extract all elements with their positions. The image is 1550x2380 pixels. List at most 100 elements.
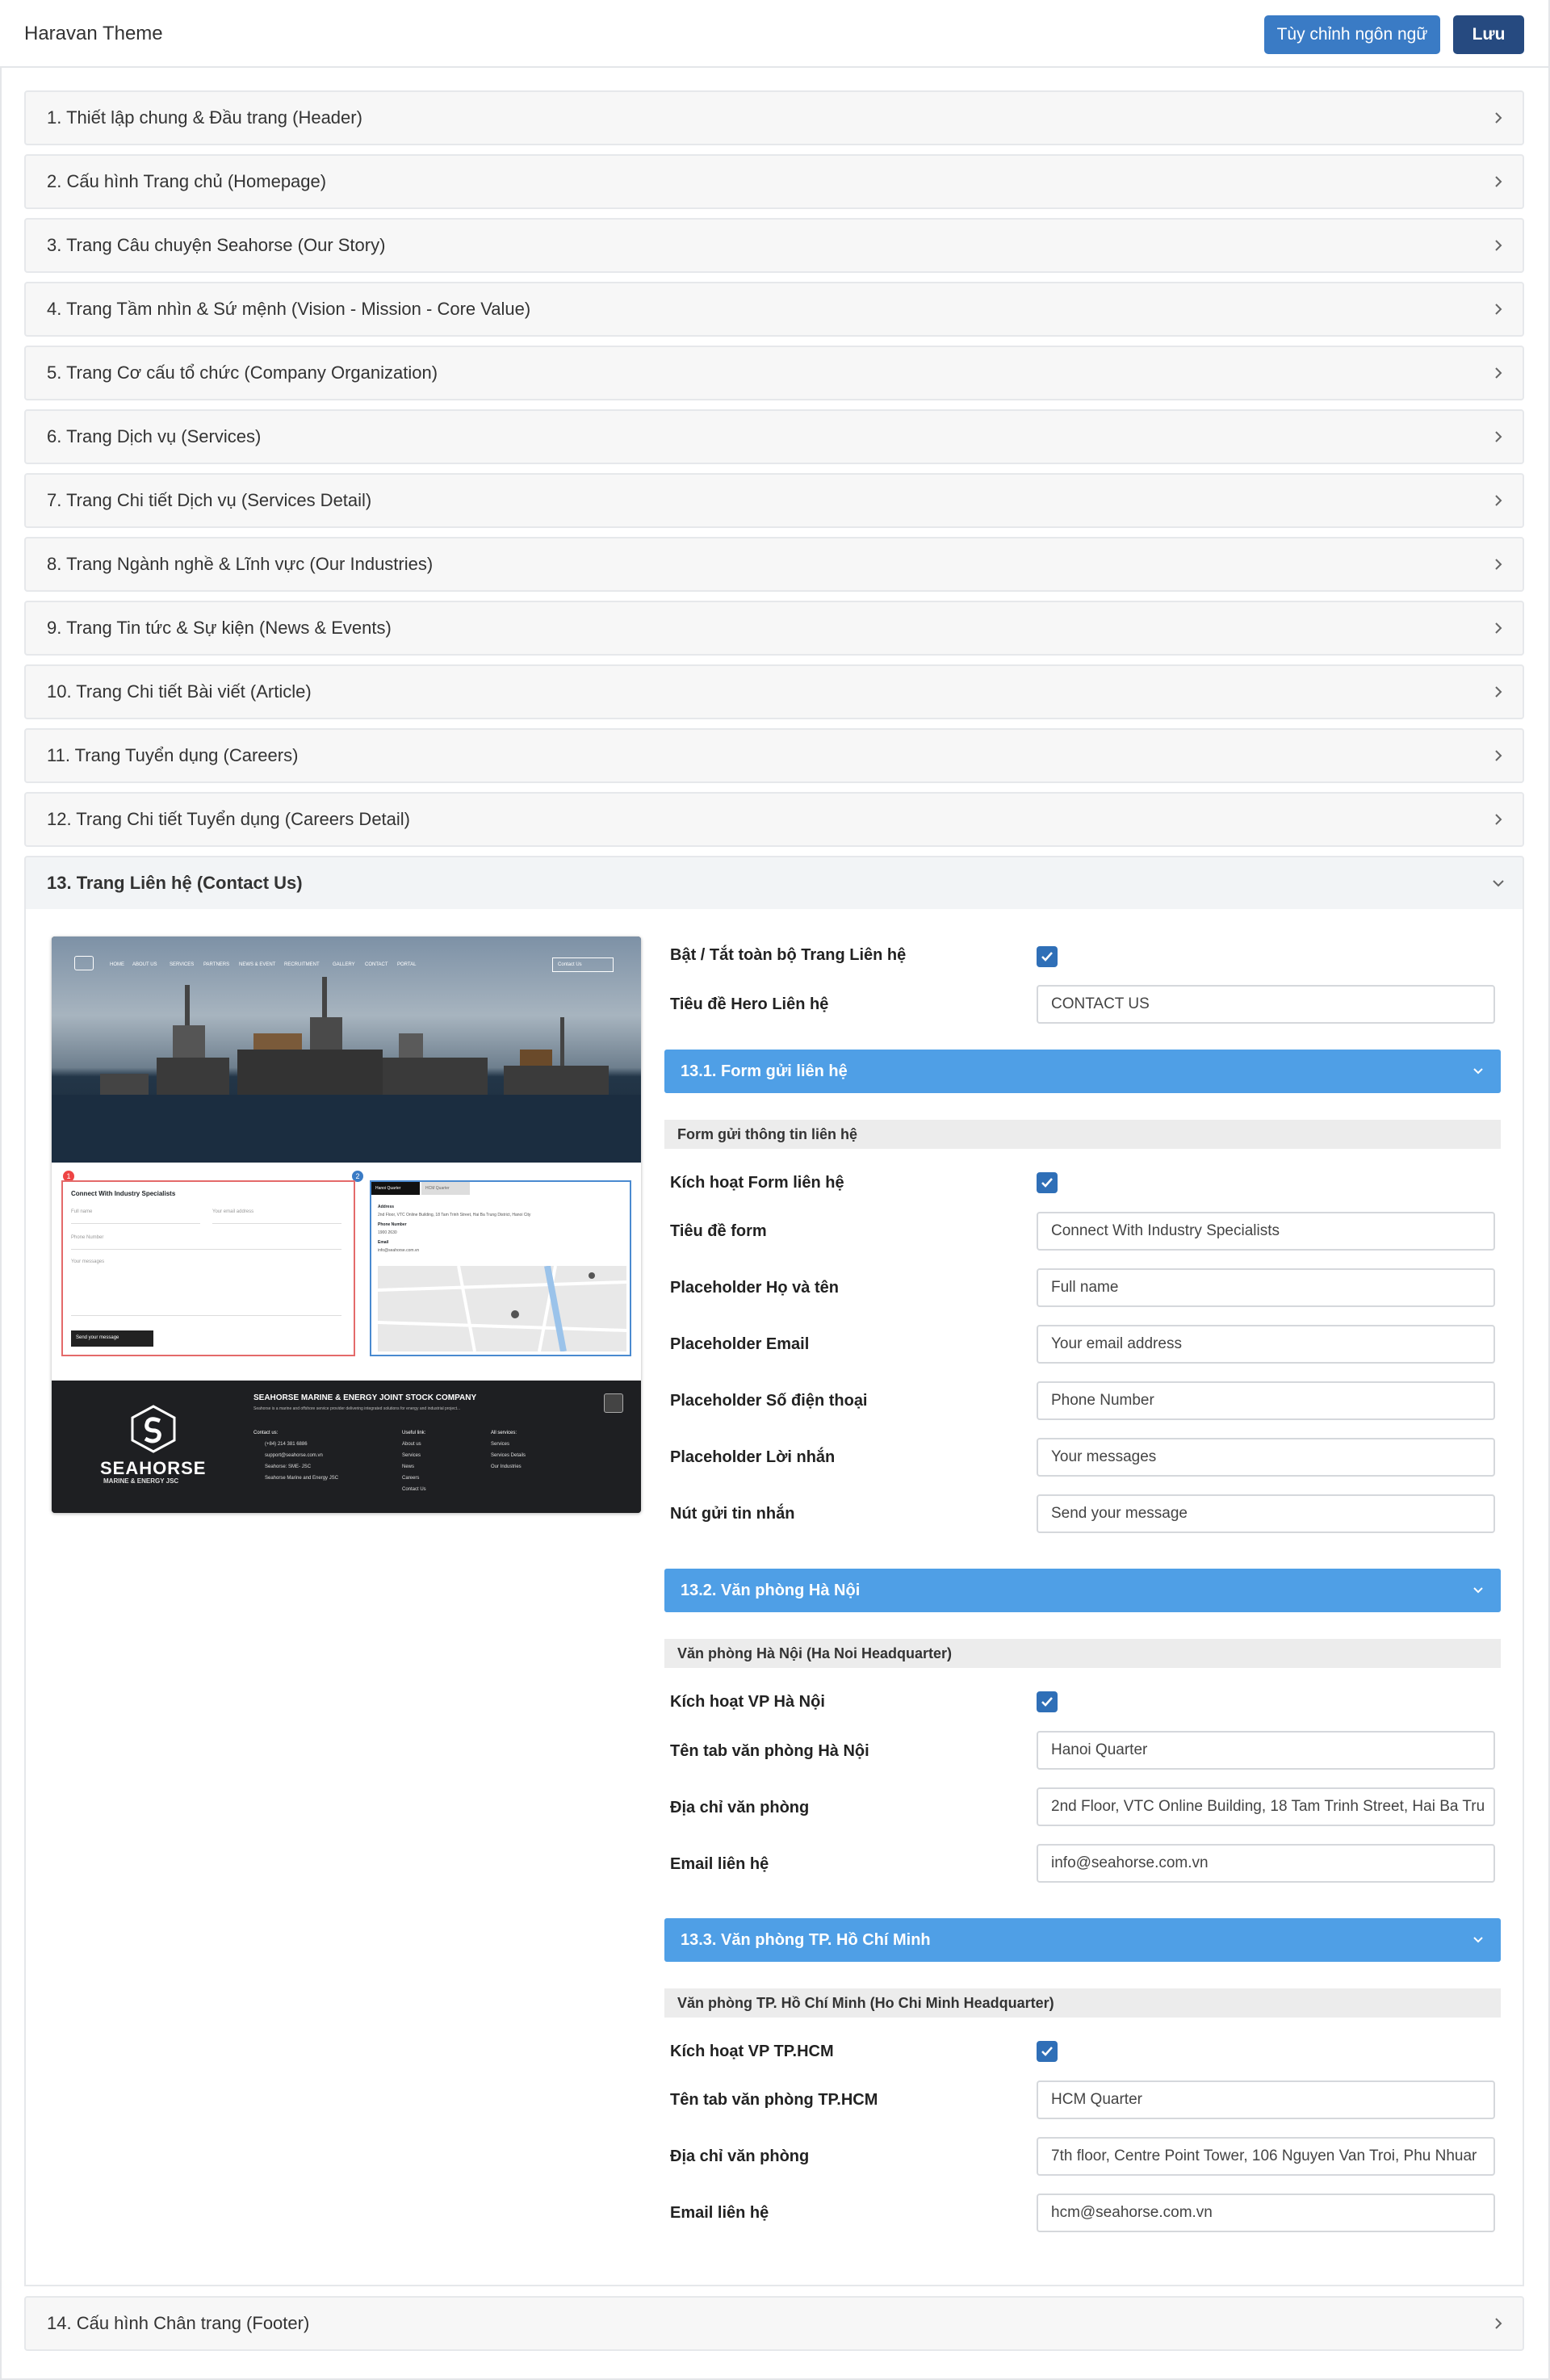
preview-phone-value: 1900 2630 <box>378 1230 397 1235</box>
accordion-item-vision-mission[interactable]: 4. Trang Tầm nhìn & Sứ mệnh (Vision - Mi… <box>24 282 1524 337</box>
section-title: 13.3. Văn phòng TP. Hồ Chí Minh <box>681 1930 931 1949</box>
accordion-item-careers[interactable]: 11. Trang Tuyển dụng (Careers) <box>24 728 1524 783</box>
enable-form-label: Kích hoạt Form liên hệ <box>670 1174 844 1192</box>
top-bar: Haravan Theme Tùy chỉnh ngôn ngữ Lưu <box>0 0 1548 68</box>
accordion-label: 5. Trang Cơ cấu tổ chức (Company Organiz… <box>47 362 438 383</box>
hanoi-tab-name-input[interactable]: Hanoi Quarter <box>1037 1731 1495 1770</box>
preview-phone-label: Phone Number <box>378 1222 407 1227</box>
preview-email-input: Your email address <box>212 1209 341 1224</box>
accordion-item-services[interactable]: 6. Trang Dịch vụ (Services) <box>24 409 1524 464</box>
preview-footer-badge <box>604 1393 623 1413</box>
preview-footer-brand-sub: MARINE & ENERGY JSC <box>103 1477 179 1485</box>
preview-nav-item: NEWS & EVENT <box>239 962 276 967</box>
placeholder-name-input[interactable]: Full name <box>1037 1268 1495 1307</box>
accordion-item-industries[interactable]: 8. Trang Ngành nghề & Lĩnh vực (Our Indu… <box>24 537 1524 592</box>
preview-nav-item: RECRUITMENT <box>284 962 320 967</box>
placeholder-email-label: Placeholder Email <box>670 1335 810 1353</box>
chevron-down-icon <box>1473 1937 1483 1943</box>
accordion-item-careers-detail[interactable]: 12. Trang Chi tiết Tuyển dụng (Careers D… <box>24 792 1524 847</box>
preview-footer-brand: SEAHORSE <box>100 1458 207 1478</box>
chevron-right-icon <box>1495 367 1502 379</box>
accordion-label: 1. Thiết lập chung & Đầu trang (Header) <box>47 107 362 128</box>
save-button[interactable]: Lưu <box>1453 15 1524 54</box>
section-subtitle: Văn phòng Hà Nội (Ha Noi Headquarter) <box>664 1639 1501 1668</box>
preview-office-card: Hanoi Quarter HCM Quarter Address 2nd Fl… <box>370 1180 631 1356</box>
chevron-down-icon <box>1473 1587 1483 1594</box>
form-title-label: Tiêu đề form <box>670 1222 767 1240</box>
section-title: 13.2. Văn phòng Hà Nội <box>681 1581 861 1599</box>
chevron-right-icon <box>1495 559 1502 570</box>
app-title: Haravan Theme <box>24 23 163 44</box>
section-subtitle: Form gửi thông tin liên hệ <box>664 1120 1501 1149</box>
accordion-label: 12. Trang Chi tiết Tuyển dụng (Careers D… <box>47 809 411 829</box>
preview-footer-services-title: All services: <box>491 1431 517 1435</box>
preview-footer-service: Services <box>491 1442 510 1447</box>
send-button-text-input[interactable]: Send your message <box>1037 1494 1495 1533</box>
preview-nav-item: GALLERY <box>333 962 355 967</box>
preview-phone-input: Phone Number <box>71 1235 341 1250</box>
preview-nav-item: SERVICES <box>170 962 195 967</box>
chevron-down-icon <box>1493 880 1504 887</box>
accordion-item-contact-us[interactable]: 13. Trang Liên hệ (Contact Us) <box>24 856 1524 911</box>
placeholder-phone-input[interactable]: Phone Number <box>1037 1381 1495 1420</box>
enable-contact-page-checkbox[interactable] <box>1037 946 1058 967</box>
preview-footer-company: SEAHORSE MARINE & ENERGY JOINT STOCK COM… <box>253 1393 477 1402</box>
accordion-label: 2. Cấu hình Trang chủ (Homepage) <box>47 171 327 191</box>
accordion-item-header[interactable]: 1. Thiết lập chung & Đầu trang (Header) <box>24 90 1524 145</box>
chevron-right-icon <box>1495 431 1502 442</box>
preview-nav-item: HOME <box>110 962 124 967</box>
section-hanoi-office-header[interactable]: 13.2. Văn phòng Hà Nội <box>664 1569 1501 1612</box>
preview-footer-contact-title: Contact us: <box>253 1431 279 1435</box>
chevron-right-icon <box>1495 2318 1502 2329</box>
accordion-item-our-story[interactable]: 3. Trang Câu chuyện Seahorse (Our Story) <box>24 218 1524 273</box>
language-settings-button[interactable]: Tùy chỉnh ngôn ngữ <box>1264 15 1440 54</box>
accordion-item-news-events[interactable]: 9. Trang Tin tức & Sự kiện (News & Event… <box>24 601 1524 656</box>
placeholder-message-input[interactable]: Your messages <box>1037 1438 1495 1477</box>
send-button-text-label: Nút gửi tin nhắn <box>670 1505 795 1523</box>
hcm-email-input[interactable]: hcm@seahorse.com.vn <box>1037 2194 1495 2232</box>
chevron-down-icon <box>1473 1068 1483 1075</box>
enable-hanoi-checkbox[interactable] <box>1037 1691 1058 1712</box>
accordion-label: 10. Trang Chi tiết Bài viết (Article) <box>47 681 312 702</box>
preview-hero-image: HOME ABOUT US SERVICES PARTNERS NEWS & E… <box>52 936 641 1163</box>
form-title-input[interactable]: Connect With Industry Specialists <box>1037 1212 1495 1251</box>
accordion-item-article[interactable]: 10. Trang Chi tiết Bài viết (Article) <box>24 664 1524 719</box>
accordion-label: 9. Trang Tin tức & Sự kiện (News & Event… <box>47 618 392 638</box>
preview-footer: SEAHORSE MARINE & ENERGY JSC SEAHORSE MA… <box>52 1381 641 1513</box>
preview-footer-link: Contact Us <box>402 1487 426 1492</box>
section-contact-form-header[interactable]: 13.1. Form gửi liên hệ <box>664 1050 1501 1093</box>
placeholder-email-input[interactable]: Your email address <box>1037 1325 1495 1364</box>
preview-tab-hanoi: Hanoi Quarter <box>371 1182 420 1195</box>
preview-contact-button: Contact Us <box>552 957 614 972</box>
preview-email-value: info@seahorse.com.vn <box>378 1248 420 1253</box>
hcm-address-input[interactable]: 7th floor, Centre Point Tower, 106 Nguye… <box>1037 2137 1495 2176</box>
accordion-label: 7. Trang Chi tiết Dịch vụ (Services Deta… <box>47 490 372 510</box>
preview-footer-desc: Seahorse is a marine and offshore servic… <box>253 1406 461 1411</box>
preview-footer-contact-item: Seahorse: SME- JSC <box>265 1464 312 1469</box>
hanoi-address-input[interactable]: 2nd Floor, VTC Online Building, 18 Tam T… <box>1037 1787 1495 1826</box>
section-hcm-office-header[interactable]: 13.3. Văn phòng TP. Hồ Chí Minh <box>664 1918 1501 1962</box>
section-title: 13.1. Form gửi liên hệ <box>681 1062 848 1080</box>
preview-nav-item: ABOUT US <box>132 962 157 967</box>
hanoi-email-input[interactable]: info@seahorse.com.vn <box>1037 1844 1495 1883</box>
hero-title-input[interactable]: CONTACT US <box>1037 985 1495 1024</box>
hanoi-address-label: Địa chỉ văn phòng <box>670 1799 810 1816</box>
preview-footer-link: News <box>402 1464 415 1469</box>
accordion-item-services-detail[interactable]: 7. Trang Chi tiết Dịch vụ (Services Deta… <box>24 473 1524 528</box>
preview-contact-form: Connect With Industry Specialists Full n… <box>61 1180 355 1356</box>
preview-email-label: Email <box>378 1240 389 1245</box>
hero-title-label: Tiêu đề Hero Liên hệ <box>670 995 829 1013</box>
preview-tab-hcm: HCM Quarter <box>421 1182 470 1195</box>
preview-footer-link: About us <box>402 1442 421 1447</box>
accordion-item-homepage[interactable]: 2. Cấu hình Trang chủ (Homepage) <box>24 154 1524 209</box>
enable-form-checkbox[interactable] <box>1037 1172 1058 1193</box>
placeholder-name-label: Placeholder Họ và tên <box>670 1279 839 1297</box>
hcm-email-label: Email liên hệ <box>670 2204 769 2222</box>
enable-hcm-checkbox[interactable] <box>1037 2041 1058 2062</box>
chevron-right-icon <box>1495 495 1502 506</box>
accordion-item-organization[interactable]: 5. Trang Cơ cấu tổ chức (Company Organiz… <box>24 346 1524 400</box>
accordion-label: 8. Trang Ngành nghề & Lĩnh vực (Our Indu… <box>47 554 434 574</box>
accordion-item-footer[interactable]: 14. Cấu hình Chân trang (Footer) <box>24 2296 1524 2351</box>
hcm-tab-name-input[interactable]: HCM Quarter <box>1037 2080 1495 2119</box>
accordion-label: 6. Trang Dịch vụ (Services) <box>47 426 262 446</box>
